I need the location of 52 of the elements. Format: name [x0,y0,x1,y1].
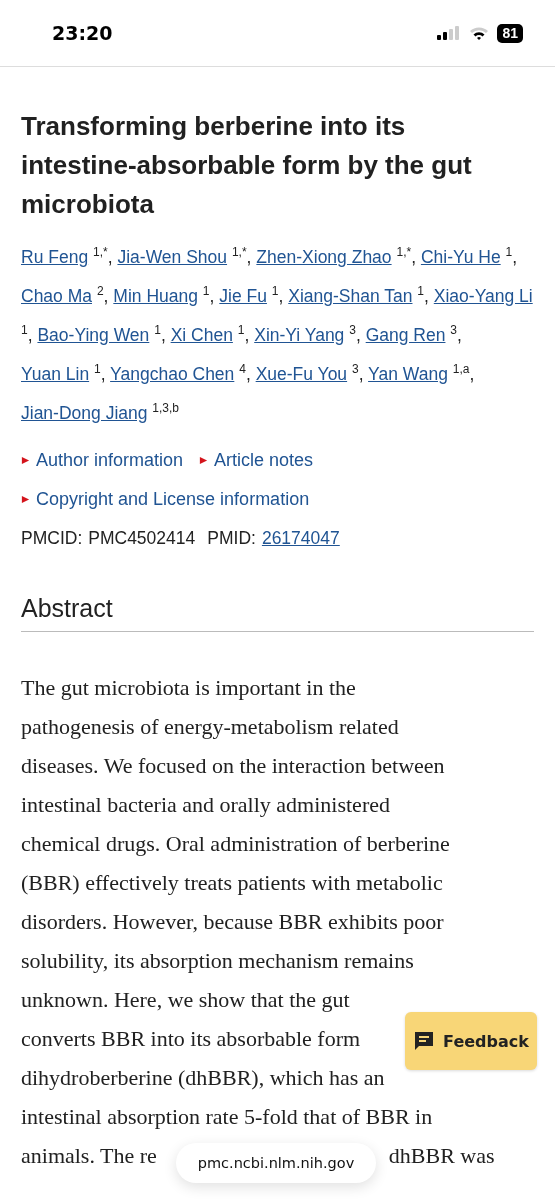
clock-time: 23:20 [52,22,114,44]
author-link[interactable]: Xi Chen [170,325,233,345]
author-list: Ru Feng $^{1,*}$, Jia-Wen Shou $^{1,*}$, Zhen-Xiong Zhao $^{1,*}$, Chi-Yu He $^{1}$, Chao Ma $^{2}$, Min Huang $^{1}$, Jie Fu $^{1}$, Xiang-Shan Tan $^{1}$, Xiao-Yang Li $^{1}$, Bao-Ying Wen $^{1}$, Xi Chen $^{1}$, Xin-Yi Yang $^{3}$, Gang Ren $^{3}$, Yuan Lin $^{1}$, Yangchao Chen $^{4}$, Xue-Fu You $^{3}$, Yan Wang $^{1,a}$, Jian-Dong Jiang $^{1,3,b}$ [21,238,534,433]
abstract-text: intestinal absorption rate 5-fold that of BBR in [21,1103,433,1131]
pmid-label: PMID: [207,527,256,550]
abstract-text: animals. The re [21,1142,157,1170]
author-link[interactable]: Min Huang [113,286,198,306]
author-link[interactable]: Zhen-Xiong Zhao [256,247,392,267]
author-link[interactable]: Xin-Yi Yang [254,325,345,345]
triangle-icon [199,456,209,465]
pmcid-value: PMC4502414 [88,527,196,550]
pmid-link[interactable]: 26174047 [261,519,340,557]
battery-level: 81 [497,23,523,43]
author-link[interactable]: Yangchao Chen [110,364,235,384]
author-link[interactable]: Yuan Lin [21,364,90,384]
feedback-button[interactable]: Feedback [405,1012,537,1070]
url-bar[interactable]: pmc.ncbi.nlm.nih.gov [176,1143,376,1183]
disclosure-link[interactable]: Article notes [199,441,314,480]
author-link[interactable]: Chi-Yu He [420,247,501,267]
abstract-text: diseases. We focused on the interaction between [21,752,445,780]
author-link[interactable]: Gang Ren [365,325,446,345]
abstract-text: (BBR) effectively treats patients with metabolic [21,869,443,897]
triangle-icon [21,495,30,504]
author-link[interactable]: Bao-Ying Wen [37,325,150,345]
abstract-text: dihydroberberine (dhBBR), which has an [21,1064,385,1092]
abstract-text: solubility, its absorption mechanism remains [21,947,414,975]
disclosure-link[interactable]: Copyright and License information [21,480,310,519]
abstract-text: converts BBR into its absorbable form [21,1025,361,1053]
abstract-text: unknown. Here, we show that the gut [21,986,350,1014]
abstract-text: intestinal bacteria and orally administered [21,791,390,819]
author-link[interactable]: Xiao-Yang Li [433,286,533,306]
abstract-text: chemical drugs. Oral administration of berberine [21,830,450,858]
disclosure-link[interactable]: Author information [21,441,184,480]
abstract-text: disorders. However, because BBR exhibits poor [21,908,444,936]
section-heading: Abstract [21,589,534,632]
abstract-text: The gut microbiota is important in the [21,674,356,702]
author-link[interactable]: Xiang-Shan Tan [288,286,413,306]
author-link[interactable]: Ru Feng [21,247,89,267]
triangle-icon [21,456,30,465]
author-link[interactable]: Xue-Fu You [255,364,348,384]
pmcid-label: PMCID: [21,527,83,550]
comment-icon [413,1030,436,1052]
author-link[interactable]: Chao Ma [21,286,92,306]
author-link[interactable]: Jie Fu [219,286,267,306]
article-title: Transforming berberine into its intestine-absorbable form by the gut microbiota [21,110,473,221]
signal-icon [437,25,462,41]
author-link[interactable]: Yan Wang [368,364,448,384]
author-link[interactable]: Jia-Wen Shou [117,247,228,267]
wifi-icon [469,25,490,41]
abstract-text: dhBBR was [388,1142,495,1170]
author-link[interactable]: Jian-Dong Jiang [21,403,148,423]
abstract-text: pathogenesis of energy-metabolism related [21,713,399,741]
